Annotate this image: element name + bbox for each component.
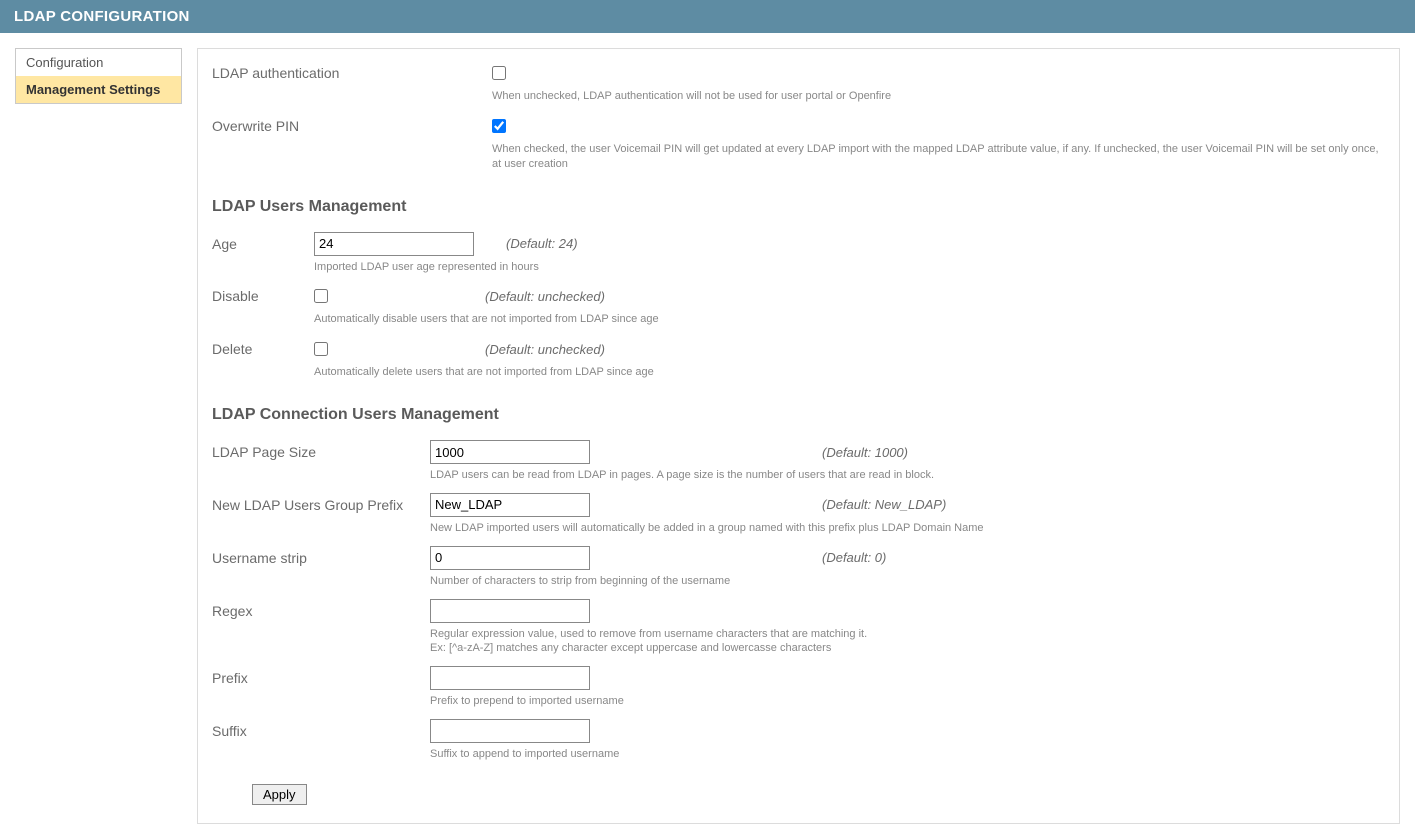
disable-checkbox[interactable] xyxy=(314,289,328,303)
regex-help: Regular expression value, used to remove… xyxy=(430,625,1385,665)
age-default: (Default: 24) xyxy=(506,236,578,251)
page-size-label: LDAP Page Size xyxy=(212,440,430,464)
username-strip-help: Number of characters to strip from begin… xyxy=(430,572,1385,597)
sidebar-item-management-settings[interactable]: Management Settings xyxy=(16,76,181,103)
delete-help: Automatically delete users that are not … xyxy=(314,363,1385,388)
username-strip-input[interactable] xyxy=(430,546,590,570)
page-size-input[interactable] xyxy=(430,440,590,464)
sidebar-item-label: Configuration xyxy=(26,55,103,70)
main-panel: LDAP authentication When unchecked, LDAP… xyxy=(197,48,1400,824)
ldap-auth-label: LDAP authentication xyxy=(212,61,492,85)
ldap-auth-help: When unchecked, LDAP authentication will… xyxy=(492,87,1385,112)
sidebar: Configuration Management Settings xyxy=(15,48,182,104)
page-size-default: (Default: 1000) xyxy=(822,445,908,460)
sidebar-item-configuration[interactable]: Configuration xyxy=(16,49,181,76)
disable-default: (Default: unchecked) xyxy=(485,289,605,304)
disable-label: Disable xyxy=(212,284,314,308)
page-title: LDAP CONFIGURATION xyxy=(14,8,190,25)
suffix-input[interactable] xyxy=(430,719,590,743)
ldap-auth-checkbox[interactable] xyxy=(492,66,506,80)
group-prefix-default: (Default: New_LDAP) xyxy=(822,497,946,512)
users-mgmt-title: LDAP Users Management xyxy=(212,198,1385,216)
suffix-help: Suffix to append to imported username xyxy=(430,745,1385,770)
overwrite-pin-label: Overwrite PIN xyxy=(212,114,492,138)
group-prefix-input[interactable] xyxy=(430,493,590,517)
username-strip-default: (Default: 0) xyxy=(822,550,886,565)
username-strip-label: Username strip xyxy=(212,546,430,570)
age-help: Imported LDAP user age represented in ho… xyxy=(314,258,1385,283)
page-size-help: LDAP users can be read from LDAP in page… xyxy=(430,466,1385,491)
age-input[interactable] xyxy=(314,232,474,256)
suffix-label: Suffix xyxy=(212,719,430,743)
regex-label: Regex xyxy=(212,599,430,623)
overwrite-pin-help: When checked, the user Voicemail PIN wil… xyxy=(492,140,1385,180)
delete-default: (Default: unchecked) xyxy=(485,342,605,357)
disable-help: Automatically disable users that are not… xyxy=(314,310,1385,335)
age-label: Age xyxy=(212,232,314,256)
page-header: LDAP CONFIGURATION xyxy=(0,0,1415,33)
overwrite-pin-checkbox[interactable] xyxy=(492,119,506,133)
conn-mgmt-title: LDAP Connection Users Management xyxy=(212,406,1385,424)
sidebar-item-label: Management Settings xyxy=(26,82,160,97)
regex-input[interactable] xyxy=(430,599,590,623)
apply-button[interactable]: Apply xyxy=(252,784,307,805)
delete-checkbox[interactable] xyxy=(314,342,328,356)
group-prefix-label: New LDAP Users Group Prefix xyxy=(212,493,430,517)
delete-label: Delete xyxy=(212,337,314,361)
prefix-help: Prefix to prepend to imported username xyxy=(430,692,1385,717)
group-prefix-help: New LDAP imported users will automatical… xyxy=(430,519,1385,544)
